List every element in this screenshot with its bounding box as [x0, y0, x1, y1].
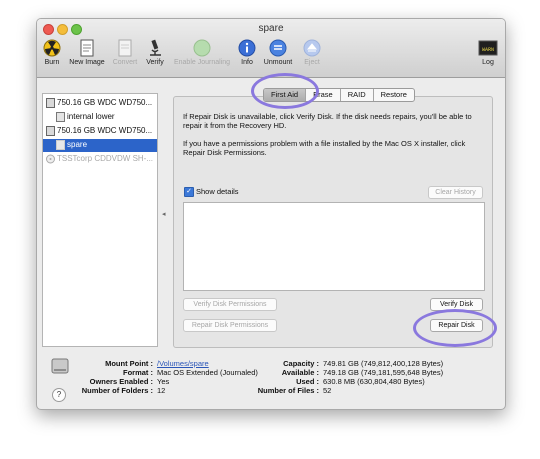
- log-button[interactable]: WARN Log: [477, 39, 499, 75]
- verify-disk-permissions-button[interactable]: Verify Disk Permissions: [183, 298, 277, 311]
- info-label: Info: [241, 59, 253, 66]
- available-label: Available :: [281, 368, 319, 377]
- new-image-button[interactable]: New Image: [68, 39, 106, 75]
- title-toolbar: spare Burn New Image Convert Verify Enab…: [37, 19, 505, 78]
- tab-first-aid[interactable]: First Aid: [264, 89, 307, 101]
- microscope-icon: [150, 39, 161, 56]
- disk-list[interactable]: 750.16 GB WDC WD750... internal lower 75…: [42, 93, 158, 347]
- sidebar-item-label: TSSTcorp CDDVDW SH-...: [57, 154, 154, 163]
- owners-enabled-value: Yes: [157, 377, 170, 386]
- journaling-icon: [193, 39, 211, 57]
- sidebar-item-disk-1[interactable]: 750.16 GB WDC WD750...: [43, 97, 157, 110]
- volume-icon: [56, 140, 65, 150]
- volume-icon: [56, 112, 65, 122]
- verify-label: Verify: [146, 59, 164, 66]
- verify-button[interactable]: Verify: [143, 39, 167, 75]
- hard-disk-icon: [46, 98, 55, 108]
- folders-count-value: 12: [157, 386, 166, 395]
- mount-point-label: Mount Point :: [105, 359, 153, 368]
- new-image-label: New Image: [69, 59, 105, 66]
- splitter-handle[interactable]: ◂: [162, 210, 166, 218]
- enable-journaling-label: Enable Journaling: [173, 59, 231, 66]
- details-log[interactable]: [183, 202, 485, 291]
- hard-disk-icon: [46, 126, 55, 136]
- sidebar-item-spare[interactable]: spare: [43, 139, 157, 152]
- convert-icon: [118, 39, 132, 57]
- format-label: Format :: [123, 368, 153, 377]
- disk-utility-window: spare Burn New Image Convert Verify Enab…: [36, 18, 506, 410]
- convert-button[interactable]: Convert: [110, 39, 140, 75]
- files-count-label: Number of Files :: [257, 386, 319, 395]
- show-details-label: Show details: [196, 187, 239, 196]
- capacity-label: Capacity :: [283, 359, 319, 368]
- help-button[interactable]: ?: [52, 388, 66, 402]
- mount-point-link[interactable]: /Volumes/spare: [157, 359, 209, 368]
- show-details-checkbox[interactable]: ✓: [184, 187, 194, 197]
- burn-label: Burn: [44, 59, 60, 66]
- sidebar-item-label: internal lower: [67, 112, 115, 121]
- sidebar-item-label: spare: [67, 140, 88, 149]
- volume-info-icon: [51, 358, 69, 374]
- window-title: spare: [258, 23, 284, 34]
- tab-raid[interactable]: RAID: [341, 89, 374, 101]
- info-button[interactable]: Info: [237, 39, 257, 75]
- sidebar-item-label: 750.16 GB WDC WD750...: [57, 126, 153, 135]
- radiation-icon: [43, 39, 61, 57]
- sidebar-item-label: 750.16 GB WDC WD750...: [57, 98, 153, 107]
- eject-button[interactable]: Eject: [301, 39, 323, 75]
- new-image-icon: [80, 39, 94, 57]
- unmount-label: Unmount: [263, 59, 293, 66]
- unmount-icon: [269, 39, 287, 57]
- verify-disk-button[interactable]: Verify Disk: [430, 298, 483, 311]
- owners-enabled-label: Owners Enabled :: [89, 377, 153, 386]
- log-label: Log: [482, 59, 494, 66]
- burn-button[interactable]: Burn: [41, 39, 63, 75]
- tab-erase[interactable]: Erase: [306, 89, 341, 101]
- info-icon: [238, 39, 256, 57]
- unmount-button[interactable]: Unmount: [261, 39, 295, 75]
- used-label: Used :: [296, 377, 319, 386]
- sidebar-item-disk-2[interactable]: 750.16 GB WDC WD750...: [43, 125, 157, 138]
- log-console-icon: WARN: [478, 40, 498, 56]
- eject-icon: [303, 39, 321, 57]
- repair-disk-button[interactable]: Repair Disk: [430, 319, 483, 332]
- folders-count-label: Number of Folders :: [81, 386, 153, 395]
- used-value: 630.8 MB (630,804,480 Bytes): [323, 377, 425, 386]
- optical-disc-icon: [46, 154, 55, 164]
- clear-history-button[interactable]: Clear History: [428, 186, 483, 199]
- sidebar-item-internal-lower[interactable]: internal lower: [43, 111, 157, 124]
- sidebar-item-optical-drive[interactable]: TSSTcorp CDDVDW SH-...: [43, 153, 157, 166]
- permissions-instructions: If you have a permissions problem with a…: [183, 139, 466, 157]
- capacity-value: 749.81 GB (749,812,400,128 Bytes): [323, 359, 444, 368]
- tab-bar: First Aid Erase RAID Restore: [263, 88, 415, 102]
- tab-restore[interactable]: Restore: [374, 89, 414, 101]
- log-icon-text: WARN: [482, 47, 494, 53]
- eject-label: Eject: [304, 59, 320, 66]
- repair-disk-permissions-button[interactable]: Repair Disk Permissions: [183, 319, 277, 332]
- enable-journaling-button[interactable]: Enable Journaling: [171, 39, 233, 75]
- convert-label: Convert: [112, 59, 138, 66]
- repair-instructions: If Repair Disk is unavailable, click Ver…: [183, 112, 472, 130]
- files-count-value: 52: [323, 386, 332, 395]
- available-value: 749.18 GB (749,181,595,648 Bytes): [323, 368, 444, 377]
